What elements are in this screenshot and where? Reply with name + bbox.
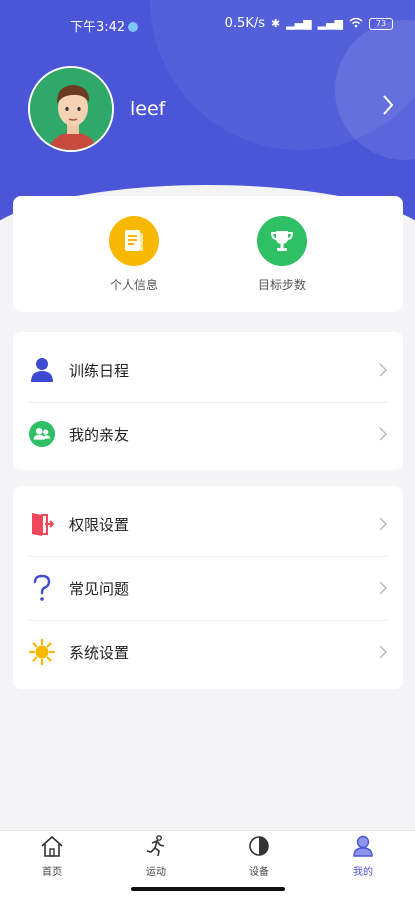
user-icon — [351, 835, 375, 861]
wifi-icon — [349, 17, 363, 31]
shortcut-card: 个人信息 目标步数 — [13, 196, 403, 312]
tab-sport[interactable]: 运动 — [126, 835, 186, 878]
menu-item-label: 常见问题 — [69, 580, 130, 598]
friends-icon — [29, 420, 55, 448]
network-speed: 0.5K/s — [224, 16, 265, 31]
tab-device[interactable]: 设备 — [229, 835, 289, 878]
tab-label: 首页 — [42, 867, 62, 878]
running-icon — [144, 835, 168, 861]
target-steps-shortcut[interactable]: 目标步数 — [237, 216, 327, 293]
profile-row[interactable]: leef — [28, 66, 398, 152]
home-icon — [40, 835, 64, 861]
signal-icon: ▂▄▆ — [317, 17, 343, 30]
menu-group-1: 训练日程 我的亲友 — [13, 332, 403, 470]
tab-mine[interactable]: 我的 — [333, 835, 393, 878]
person-icon — [29, 356, 55, 384]
chevron-right-icon — [379, 426, 388, 445]
question-icon — [29, 574, 55, 602]
chevron-right-icon — [379, 516, 388, 535]
menu-item-training-schedule[interactable]: 训练日程 — [13, 338, 403, 402]
battery-icon: 73 — [369, 17, 393, 30]
home-indicator — [131, 887, 285, 891]
menu-item-label: 训练日程 — [69, 362, 130, 380]
sun-gear-icon — [29, 638, 55, 666]
tab-home[interactable]: 首页 — [22, 835, 82, 878]
username: leef — [130, 98, 166, 120]
menu-item-my-relatives[interactable]: 我的亲友 — [13, 402, 403, 466]
trophy-icon — [257, 216, 307, 266]
chevron-right-icon — [379, 580, 388, 599]
menu-item-label: 系统设置 — [69, 644, 130, 662]
menu-item-permission-settings[interactable]: 权限设置 — [13, 492, 403, 556]
device-icon — [247, 836, 271, 861]
shortcut-label: 个人信息 — [109, 278, 158, 292]
signal-icon: ▂▄▆ — [286, 17, 312, 30]
status-bar: 下午3:42 0.5K/s ✱ ▂▄▆ ▂▄▆ 73 — [0, 0, 415, 46]
menu-item-faq[interactable]: 常见问题 — [13, 556, 403, 620]
menu-group-2: 权限设置 常见问题 系统设置 — [13, 486, 403, 689]
tab-label: 我的 — [353, 867, 373, 878]
tab-label: 设备 — [249, 867, 269, 878]
exit-door-icon — [29, 510, 55, 538]
chevron-right-icon — [379, 362, 388, 381]
shortcut-label: 目标步数 — [257, 278, 306, 292]
chevron-right-icon — [379, 644, 388, 663]
status-time: 下午3:42 — [70, 16, 139, 35]
chevron-right-icon[interactable] — [382, 94, 394, 120]
avatar[interactable] — [28, 66, 114, 152]
bluetooth-icon: ✱ — [271, 17, 281, 30]
tab-label: 运动 — [146, 867, 166, 878]
notification-icon — [128, 22, 139, 32]
menu-item-system-settings[interactable]: 系统设置 — [13, 620, 403, 684]
personal-info-shortcut[interactable]: 个人信息 — [89, 216, 179, 293]
menu-item-label: 我的亲友 — [69, 426, 130, 444]
document-icon — [109, 216, 159, 266]
menu-item-label: 权限设置 — [69, 516, 130, 534]
